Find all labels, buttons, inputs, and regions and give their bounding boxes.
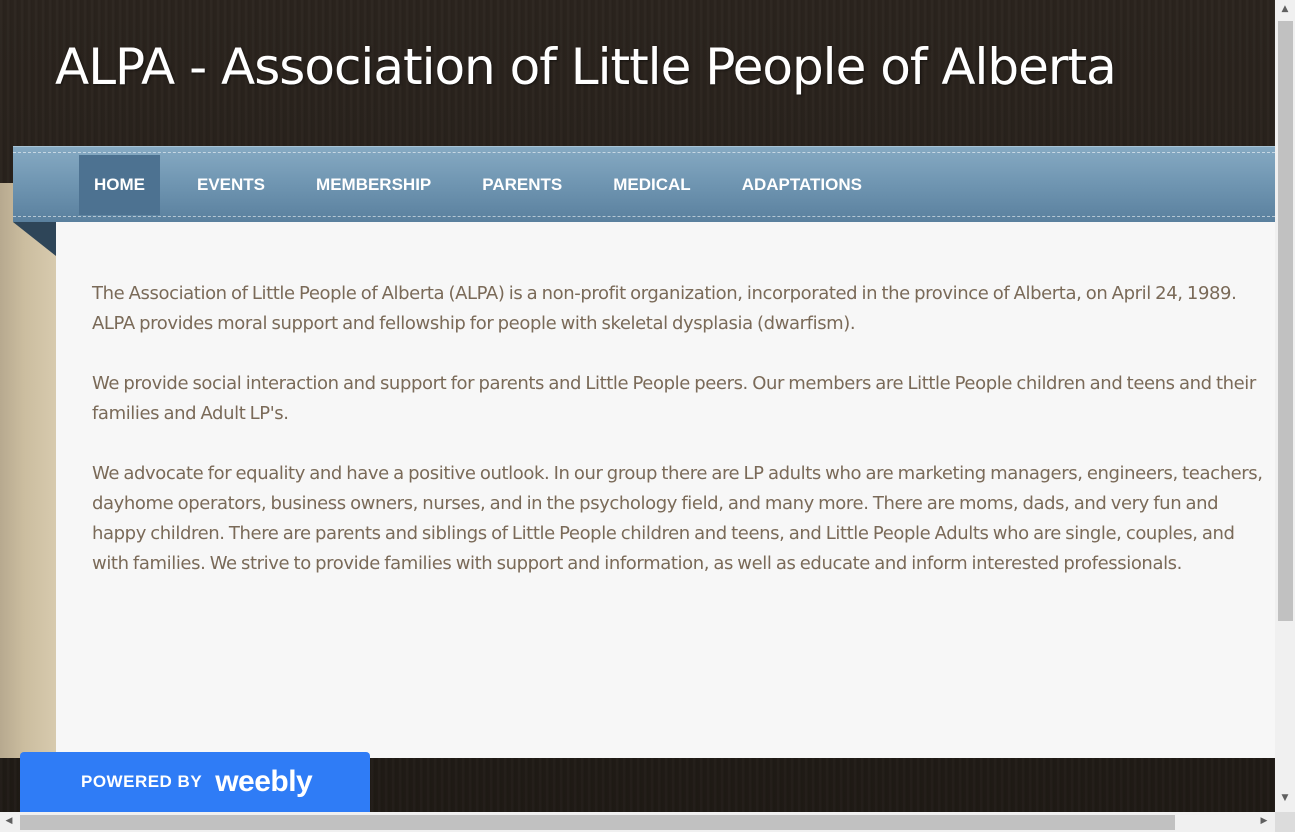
site-title[interactable]: ALPA - Association of Little People of A…	[55, 38, 1117, 96]
scroll-down-icon[interactable]: ▼	[1275, 793, 1295, 803]
main-navigation: HOME EVENTS MEMBERSHIP PARENTS MEDICAL A…	[13, 146, 1275, 222]
vertical-scroll-thumb[interactable]	[1278, 21, 1293, 621]
scroll-right-icon[interactable]: ▶	[1258, 816, 1270, 826]
nav-item-medical[interactable]: MEDICAL	[598, 155, 705, 215]
vertical-scrollbar[interactable]: ▲ ▼	[1275, 0, 1295, 812]
parchment-background	[0, 183, 60, 758]
nav-item-events[interactable]: EVENTS	[182, 155, 280, 215]
intro-paragraph: The Association of Little People of Albe…	[92, 283, 1237, 334]
social-paragraph: We provide social interaction and suppor…	[92, 373, 1256, 424]
powered-by-weebly-badge[interactable]: POWERED BY weebly	[20, 752, 370, 812]
badge-prefix-text: POWERED BY	[81, 772, 203, 791]
nav-item-parents[interactable]: PARENTS	[467, 155, 577, 215]
nav-ribbon-fold	[13, 222, 56, 256]
scrollbar-corner	[1275, 812, 1295, 832]
horizontal-scrollbar[interactable]: ◀ ▶	[0, 812, 1275, 832]
horizontal-scroll-thumb[interactable]	[20, 815, 1175, 830]
nav-list: HOME EVENTS MEMBERSHIP PARENTS MEDICAL A…	[79, 155, 898, 215]
scroll-left-icon[interactable]: ◀	[3, 816, 15, 826]
nav-item-adaptations[interactable]: ADAPTATIONS	[727, 155, 877, 215]
nav-item-home[interactable]: HOME	[79, 155, 160, 215]
scroll-up-icon[interactable]: ▲	[1275, 4, 1295, 14]
nav-item-membership[interactable]: MEMBERSHIP	[301, 155, 446, 215]
advocacy-paragraph: We advocate for equality and have a posi…	[92, 463, 1263, 574]
main-content: The Association of Little People of Albe…	[56, 222, 1275, 758]
weebly-logo: weebly	[215, 765, 313, 798]
